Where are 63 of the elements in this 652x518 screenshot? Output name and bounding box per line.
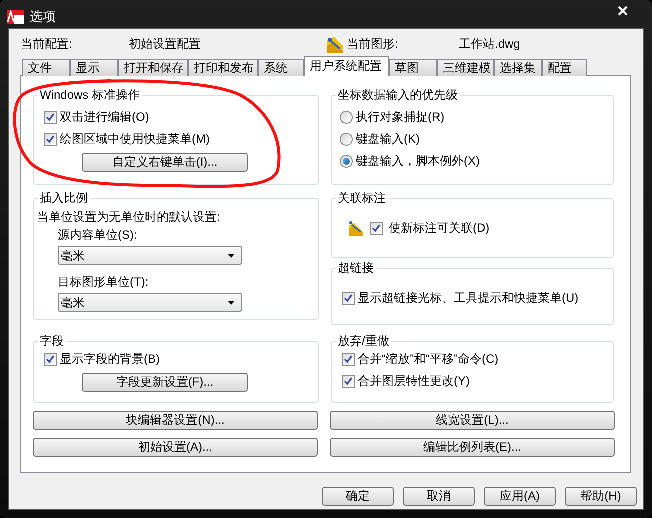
radio-button[interactable]	[340, 154, 353, 168]
settings-button[interactable]: 初始设置(A)...	[33, 438, 318, 457]
window-title: 选项	[30, 8, 56, 26]
checkbox-label: 显示超链接光标、工具提示和快捷菜单(U)	[358, 290, 579, 307]
checkbox[interactable]	[370, 222, 383, 234]
description-text: 当单位设置为无单位时的默认设置:	[37, 210, 220, 224]
tab[interactable]: 打印和发布	[188, 59, 258, 76]
drawing-label: 当前图形:	[347, 36, 400, 53]
dialog-button[interactable]: 取消	[403, 487, 475, 506]
dialog-button[interactable]: 确定	[322, 487, 394, 506]
unit-dropdown[interactable]: 毫米	[58, 246, 242, 265]
checkbox-label: 合并图层特性更改(Y)	[358, 373, 470, 390]
settings-button[interactable]: 字段更新设置(F)...	[82, 373, 248, 392]
settings-button[interactable]: 自定义右键单击(I)...	[82, 153, 248, 172]
close-icon	[618, 6, 628, 16]
checkbox-label: 显示字段的背景(B)	[60, 351, 160, 368]
tab[interactable]: 配置	[542, 59, 587, 76]
group-title: Windows 标准操作	[38, 87, 142, 103]
dialog-button[interactable]: 应用(A)	[484, 487, 556, 506]
group-title: 关联标注	[336, 190, 388, 206]
profile-name: 初始设置配置	[129, 36, 202, 53]
group-title: 字段	[38, 333, 66, 349]
radio-label: 键盘输入(K)	[356, 131, 420, 148]
tab[interactable]: 系统	[258, 59, 304, 76]
tab[interactable]: 显示	[70, 59, 118, 76]
settings-button[interactable]: 块编辑器设置(N)...	[33, 411, 318, 430]
checkbox-label: 双击进行编辑(O)	[60, 109, 150, 126]
settings-button[interactable]: 线宽设置(L)...	[330, 411, 615, 430]
drawing-name: 工作站.dwg	[459, 36, 520, 53]
dropdown-arrow-icon	[228, 254, 235, 258]
drawing-icon	[326, 36, 343, 52]
group-title: 坐标数据输入的优先级	[336, 87, 460, 103]
group-title: 超链接	[336, 260, 376, 276]
profile-label: 当前配置:	[21, 36, 74, 53]
tab[interactable]: 草图	[389, 59, 437, 76]
checkbox[interactable]	[44, 110, 57, 124]
radio-label: 执行对象捕捉(R)	[356, 109, 445, 126]
app-logo-icon	[7, 10, 24, 24]
radio-button[interactable]	[340, 132, 353, 146]
dialog-button[interactable]: 帮助(H)	[565, 487, 637, 506]
tab[interactable]: 选择集	[494, 59, 542, 76]
checkbox[interactable]	[342, 374, 355, 388]
checkbox-label: 绘图区域中使用快捷菜单(M)	[60, 131, 210, 148]
checkbox-label: 使新标注可关联(D)	[389, 220, 490, 237]
group-title: 插入比例	[38, 190, 90, 206]
checkbox[interactable]	[44, 352, 57, 366]
group-title: 放弃/重做	[336, 333, 392, 349]
tab[interactable]: 三维建模	[437, 59, 494, 76]
tab[interactable]: 打开和保存	[118, 59, 188, 76]
settings-button[interactable]: 编辑比例列表(E)...	[330, 438, 615, 457]
dropdown-label: 目标图形单位(T):	[58, 275, 149, 289]
dimension-icon	[348, 220, 364, 236]
unit-dropdown[interactable]: 毫米	[58, 293, 242, 312]
radio-label: 键盘输入，脚本例外(X)	[356, 153, 480, 170]
checkbox[interactable]	[342, 352, 355, 366]
checkbox[interactable]	[44, 132, 57, 146]
tab[interactable]: 用户系统配置	[304, 56, 389, 76]
dropdown-label: 源内容单位(S):	[58, 228, 138, 242]
checkbox[interactable]	[342, 292, 355, 304]
tab[interactable]: 文件	[22, 59, 70, 76]
dropdown-arrow-icon	[228, 300, 235, 304]
checkbox-label: 合并“缩放”和“平移”命令(C)	[358, 351, 499, 368]
radio-button[interactable]	[340, 110, 353, 124]
